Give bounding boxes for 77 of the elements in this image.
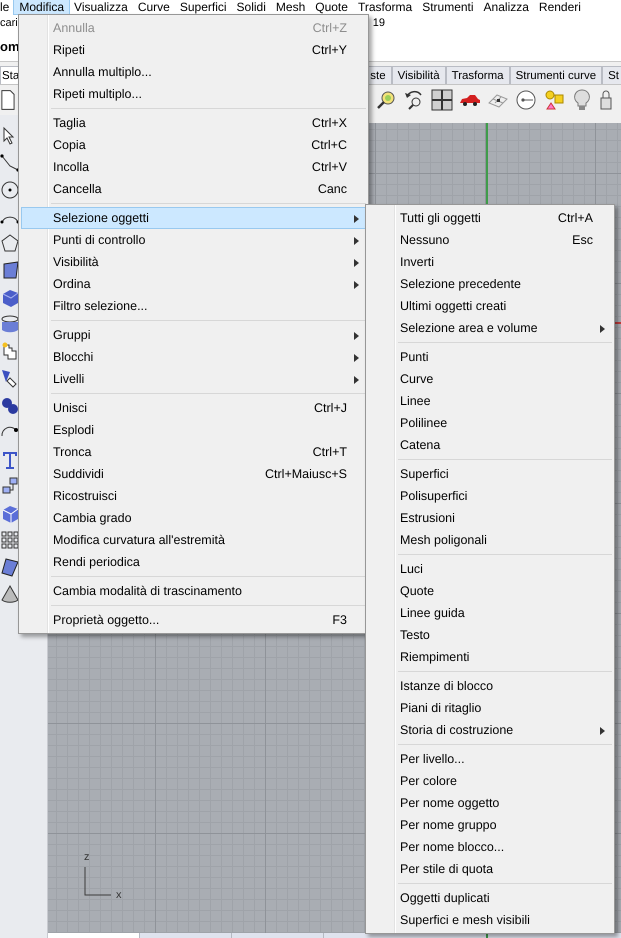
menu-item[interactable]: Blocchi (21, 346, 366, 368)
menu-item[interactable]: Per stile di quota (368, 858, 612, 880)
menu-item[interactable]: Selezione precedente (368, 273, 612, 295)
menu-item[interactable]: Luci (368, 558, 612, 580)
menu-item[interactable]: Modifica curvatura all'estremità (21, 529, 366, 551)
menu-item[interactable]: Quote (368, 580, 612, 602)
menu-item[interactable]: Incolla Ctrl+V (21, 156, 366, 178)
menu-item[interactable]: Selezione oggetti (21, 207, 366, 229)
menu-bar-item[interactable]: le (0, 0, 14, 14)
menu-item[interactable]: Esplodi (21, 419, 366, 441)
menu-item[interactable]: Tronca Ctrl+T (21, 441, 366, 463)
toolbar-tab[interactable]: Trasforma (446, 66, 510, 84)
axis-label: x (116, 888, 122, 903)
menu-item[interactable]: Piani di ritaglio (368, 697, 612, 719)
menu-item[interactable]: Estrusioni (368, 507, 612, 529)
menu-item[interactable]: Selezione area e volume (368, 317, 612, 339)
menu-item[interactable]: Rendi periodica (21, 551, 366, 573)
menu-bar-item[interactable]: Mesh (270, 0, 310, 14)
menu-item[interactable]: Livelli (21, 368, 366, 390)
menu-bar-item[interactable]: Quote (310, 0, 353, 14)
menu-item[interactable]: Polilinee (368, 412, 612, 434)
menu-item[interactable]: Per livello... (368, 748, 612, 770)
menu-item[interactable]: Polisuperfici (368, 485, 612, 507)
menu-item[interactable]: Ultimi oggetti creati (368, 295, 612, 317)
menu-item[interactable]: Punti di controllo (21, 229, 366, 251)
menu-item[interactable]: Copia Ctrl+C (21, 134, 366, 156)
command-prompt: om (0, 38, 20, 56)
menu-item[interactable]: Riempimenti (368, 646, 612, 668)
menu-bar-item[interactable]: Renderi (534, 0, 586, 14)
menu-item[interactable]: Oggetti duplicati (368, 887, 612, 909)
menu-item[interactable]: Unisci Ctrl+J (21, 397, 366, 419)
menu-item[interactable]: Per nome oggetto (368, 792, 612, 814)
menu-item[interactable]: Per nome blocco... (368, 836, 612, 858)
menu-item[interactable]: Superfici (368, 463, 612, 485)
menu-item[interactable]: Inverti (368, 251, 612, 273)
menu-item[interactable]: Annulla multiplo... (21, 61, 366, 83)
menu-bar-item[interactable]: Visualizza (69, 0, 133, 14)
menu-item[interactable]: Per nome gruppo (368, 814, 612, 836)
menu-item[interactable]: Cancella Canc (21, 178, 366, 200)
command-history-text: 19 (372, 16, 385, 31)
menu-bar-item[interactable]: Analizza (478, 0, 534, 14)
menu-item[interactable]: Testo (368, 624, 612, 646)
menu-item[interactable]: Tutti gli oggetti Ctrl+A (368, 207, 612, 229)
menu-item[interactable]: Cambia modalità di trascinamento (21, 580, 366, 602)
menu-item[interactable]: Ricostruisci (21, 485, 366, 507)
toolbar-tab[interactable]: Visibilità (392, 66, 446, 84)
menu-item[interactable]: Catena (368, 434, 612, 456)
menu-item[interactable]: Visibilità (21, 251, 366, 273)
menu-item[interactable]: Nessuno Esc (368, 229, 612, 251)
menu-item[interactable]: Suddividi Ctrl+Maiusc+S (21, 463, 366, 485)
menu-item[interactable]: Linee guida (368, 602, 612, 624)
menu-item[interactable]: Ripeti Ctrl+Y (21, 39, 366, 61)
menu-item[interactable]: Istanze di blocco (368, 675, 612, 697)
menu-item[interactable]: Ripeti multiplo... (21, 83, 366, 105)
toolbar-tab[interactable]: St (602, 66, 621, 84)
menu-bar-item[interactable]: Curve (132, 0, 175, 14)
command-history-text: cari (0, 16, 18, 31)
menu-bar-item[interactable]: Trasforma (352, 0, 418, 14)
menu-item[interactable]: Superfici e mesh visibili (368, 909, 612, 931)
menu-item[interactable]: Proprietà oggetto... F3 (21, 609, 366, 631)
menu-bar-item[interactable]: Strumenti (417, 0, 479, 14)
menu-item[interactable]: Per colore (368, 770, 612, 792)
menu-item[interactable]: Ordina (21, 273, 366, 295)
menu-item[interactable]: Mesh poligonali (368, 529, 612, 551)
menu-item[interactable]: Gruppi (21, 324, 366, 346)
menu-bar-item[interactable]: Modifica (14, 0, 70, 14)
menu-bar-item[interactable]: Solidi (232, 0, 271, 14)
menu-item[interactable]: Cambia grado (21, 507, 366, 529)
menu-item[interactable]: Filtro selezione... (21, 295, 366, 317)
menu-item[interactable]: Curve (368, 368, 612, 390)
menu-item[interactable]: Storia di costruzione (368, 719, 612, 741)
menu-item[interactable]: Punti (368, 346, 612, 368)
menu-item[interactable]: Linee (368, 390, 612, 412)
menu-item[interactable]: Taglia Ctrl+X (21, 112, 366, 134)
menu-bar-item[interactable]: Superfici (174, 0, 232, 14)
toolbar-tab[interactable]: Strumenti curve (510, 66, 602, 84)
axis-label: z (84, 850, 90, 865)
